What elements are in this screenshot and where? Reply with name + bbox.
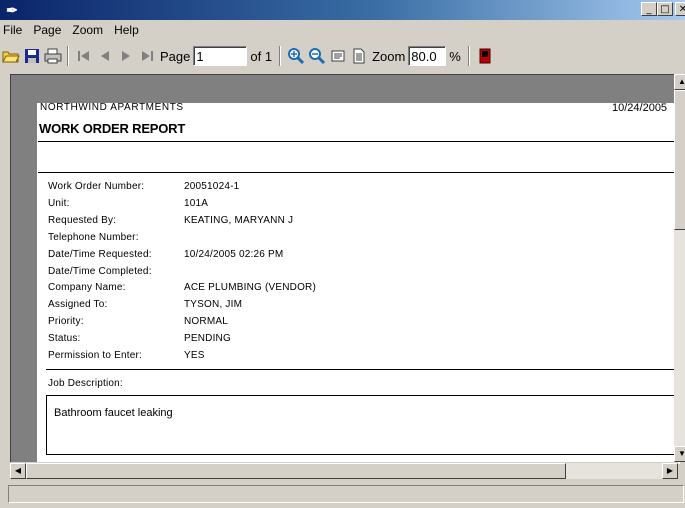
company-name: NORTHWIND APARTMENTS	[40, 102, 184, 113]
app-feather-icon: ✒	[6, 2, 18, 18]
toolbar-separator	[279, 46, 282, 66]
job-description-label: Job Description:	[48, 378, 123, 389]
zoom-out-icon[interactable]	[307, 46, 327, 66]
vertical-scroll-thumb[interactable]	[674, 90, 685, 230]
page-count-label: of 1	[250, 48, 273, 64]
field-value: KEATING, MARYANN J	[184, 215, 294, 226]
field-label: Status:	[48, 333, 81, 344]
field-label: Priority:	[48, 316, 84, 327]
field-label: Requested By:	[48, 215, 117, 226]
field-value: YES	[184, 350, 205, 361]
field-label: Unit:	[48, 198, 70, 209]
field-label: Company Name:	[48, 282, 126, 293]
menu-page[interactable]: Page	[28, 21, 67, 39]
title-bar: ✒ _ □ ✕	[0, 0, 685, 20]
maximize-button[interactable]: □	[657, 2, 673, 16]
page-label: Page	[160, 48, 191, 64]
field-value: NORMAL	[184, 316, 228, 327]
field-label: Assigned To:	[48, 299, 108, 310]
save-icon[interactable]	[22, 46, 42, 66]
zoom-percent-label: %	[449, 48, 461, 64]
status-bar	[8, 485, 684, 503]
field-label: Work Order Number:	[48, 181, 145, 192]
job-description-box	[46, 395, 685, 455]
prev-page-icon[interactable]	[95, 46, 115, 66]
scroll-down-button[interactable]: ▼	[674, 446, 685, 462]
minimize-button[interactable]: _	[641, 2, 657, 16]
menu-help[interactable]: Help	[109, 21, 145, 39]
header-divider	[38, 172, 674, 173]
open-folder-icon[interactable]	[1, 46, 21, 66]
report-title: WORK ORDER REPORT	[39, 121, 186, 136]
whole-page-icon[interactable]	[349, 46, 369, 66]
horizontal-scrollbar[interactable]: ◀ ▶	[10, 462, 678, 479]
toolbar-separator	[67, 46, 69, 66]
title-divider	[38, 141, 674, 142]
scroll-left-button[interactable]: ◀	[10, 463, 26, 479]
field-value: 101A	[184, 198, 209, 209]
menu-file[interactable]: File	[0, 21, 28, 39]
page-number-input[interactable]	[193, 46, 248, 66]
zoom-in-icon[interactable]	[286, 46, 306, 66]
exit-icon[interactable]	[475, 46, 495, 66]
field-value: ACE PLUMBING (VENDOR)	[184, 282, 316, 293]
fields-divider	[46, 369, 674, 370]
zoom-label: Zoom	[372, 48, 406, 64]
toolbar: Page of 1 Zoom %	[0, 43, 685, 69]
field-value: 20051024-1	[184, 181, 240, 192]
first-page-icon[interactable]	[74, 46, 94, 66]
report-date: 10/24/2005	[612, 102, 668, 114]
toolbar-separator	[467, 46, 470, 66]
page-width-icon[interactable]	[328, 46, 348, 66]
next-page-icon[interactable]	[116, 46, 136, 66]
scroll-right-button[interactable]: ▶	[662, 463, 678, 479]
field-label: Telephone Number:	[48, 232, 139, 243]
print-icon[interactable]	[43, 46, 63, 66]
field-label: Date/Time Requested:	[48, 249, 152, 260]
close-button[interactable]: ✕	[675, 2, 685, 16]
horizontal-scroll-thumb[interactable]	[26, 463, 566, 479]
field-value: PENDING	[184, 333, 231, 344]
menu-zoom[interactable]: Zoom	[67, 21, 109, 39]
scroll-up-button[interactable]: ▲	[674, 74, 685, 90]
field-label: Permission to Enter:	[48, 350, 143, 361]
job-description-text: Bathroom faucet leaking	[54, 407, 173, 419]
zoom-input[interactable]	[408, 46, 447, 66]
vertical-scrollbar[interactable]: ▲ ▼	[674, 74, 685, 462]
menu-bar: File Page Zoom Help	[0, 21, 685, 39]
field-value: TYSON, JIM	[184, 299, 243, 310]
last-page-icon[interactable]	[137, 46, 157, 66]
field-value: 10/24/2005 02:26 PM	[184, 249, 284, 260]
window-controls: _ □ ✕	[639, 2, 685, 16]
field-label: Date/Time Completed:	[48, 266, 152, 277]
